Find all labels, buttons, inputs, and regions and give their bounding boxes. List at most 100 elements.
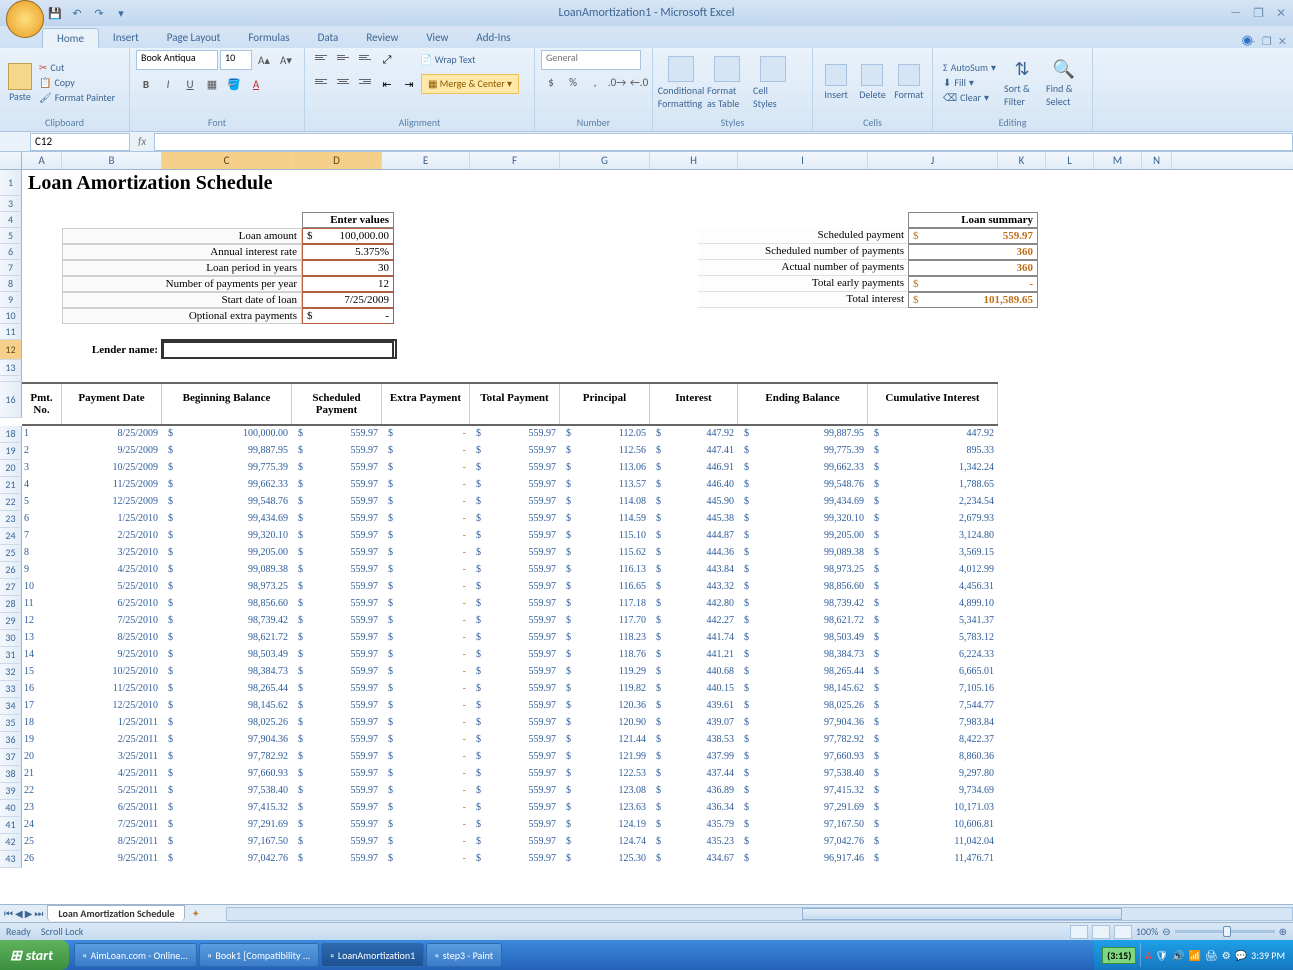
row-header[interactable]: 20 — [0, 460, 22, 477]
table-row[interactable]: 10 5/25/2010 98,973.25 559.97 - 559.97 1… — [22, 579, 998, 594]
bold-button[interactable]: B — [136, 74, 156, 94]
sheet-next-icon[interactable]: ▶ — [25, 907, 33, 920]
italic-button[interactable]: I — [158, 74, 178, 94]
table-row[interactable]: 24 7/25/2011 97,291.69 559.97 - 559.97 1… — [22, 817, 998, 832]
ribbon-tab-data[interactable]: Data — [304, 28, 353, 48]
table-row[interactable]: 20 3/25/2011 97,782.92 559.97 - 559.97 1… — [22, 749, 998, 764]
zoom-level[interactable]: 100% — [1136, 925, 1158, 938]
merge-center-button[interactable]: ▦ Merge & Center ▾ — [421, 74, 519, 94]
find-select-button[interactable]: 🔍Find & Select — [1044, 56, 1084, 110]
wrap-text-button[interactable]: 📄 Wrap Text — [413, 50, 482, 70]
row-header[interactable]: 33 — [0, 681, 22, 698]
fx-icon[interactable]: fx — [130, 135, 154, 148]
font-color-button[interactable]: A — [246, 74, 266, 94]
tray-icon[interactable]: 🔊 — [1172, 949, 1184, 962]
ribbon-tab-review[interactable]: Review — [352, 28, 412, 48]
currency-button[interactable]: $ — [541, 72, 561, 92]
row-header[interactable]: 35 — [0, 715, 22, 732]
grow-font-button[interactable]: A▴ — [254, 50, 274, 70]
fill-color-button[interactable]: 🪣 — [224, 74, 244, 94]
row-header[interactable]: 42 — [0, 834, 22, 851]
conditional-formatting-button[interactable]: Conditional Formatting — [659, 54, 703, 112]
row-header[interactable]: 24 — [0, 528, 22, 545]
row-header[interactable]: 30 — [0, 630, 22, 647]
font-size-select[interactable]: 10 — [220, 50, 252, 70]
column-header[interactable]: D — [292, 152, 382, 169]
taskbar-button[interactable]: ▫AimLoan.com - Online... — [74, 943, 197, 967]
table-row[interactable]: 13 8/25/2010 98,621.72 559.97 - 559.97 1… — [22, 630, 998, 645]
orientation-button[interactable]: ⤢ — [377, 50, 397, 70]
row-header[interactable]: 36 — [0, 732, 22, 749]
page-layout-view-button[interactable] — [1092, 925, 1110, 939]
sheet-prev-icon[interactable]: ◀ — [15, 907, 23, 920]
insert-cells-button[interactable]: Insert — [819, 62, 853, 103]
shrink-font-button[interactable]: A▾ — [276, 50, 296, 70]
row-header[interactable]: 22 — [0, 494, 22, 511]
row-header[interactable]: 27 — [0, 579, 22, 596]
delete-cells-button[interactable]: Delete — [855, 62, 889, 103]
start-button[interactable]: ⊞ start — [0, 940, 69, 970]
column-header[interactable]: M — [1094, 152, 1142, 169]
office-button[interactable] — [6, 0, 44, 38]
sheet-last-icon[interactable]: ⏭ — [34, 907, 43, 920]
minimize-button[interactable]: — — [1227, 6, 1244, 21]
row-header[interactable]: 41 — [0, 817, 22, 834]
column-header[interactable]: J — [868, 152, 998, 169]
ribbon-tab-page-layout[interactable]: Page Layout — [153, 28, 235, 48]
select-all-corner[interactable] — [0, 152, 22, 169]
row-header[interactable]: 38 — [0, 766, 22, 783]
column-header[interactable]: F — [470, 152, 560, 169]
lender-name-input[interactable] — [162, 341, 394, 359]
table-row[interactable]: 22 5/25/2011 97,538.40 559.97 - 559.97 1… — [22, 783, 998, 798]
qat-more-icon[interactable]: ▾ — [112, 4, 130, 22]
row-header[interactable]: 32 — [0, 664, 22, 681]
table-row[interactable]: 11 6/25/2010 98,856.60 559.97 - 559.97 1… — [22, 596, 998, 611]
ribbon-tab-insert[interactable]: Insert — [99, 28, 153, 48]
table-row[interactable]: 14 9/25/2010 98,503.49 559.97 - 559.97 1… — [22, 647, 998, 662]
table-row[interactable]: 5 12/25/2009 99,548.76 559.97 - 559.97 1… — [22, 494, 998, 509]
doc-minimize[interactable]: — — [1246, 35, 1256, 48]
column-header[interactable]: H — [650, 152, 738, 169]
table-row[interactable]: 3 10/25/2009 99,775.39 559.97 - 559.97 1… — [22, 460, 998, 475]
save-icon[interactable]: 💾 — [46, 4, 64, 22]
row-header[interactable]: 1 — [0, 170, 22, 196]
row-header[interactable]: 43 — [0, 851, 22, 868]
paste-button[interactable]: Paste — [6, 63, 34, 103]
align-right-button[interactable] — [355, 74, 375, 94]
autosum-button[interactable]: Σ AutoSum ▾ — [939, 60, 1000, 75]
normal-view-button[interactable] — [1070, 925, 1088, 939]
close-button[interactable]: ✕ — [1273, 6, 1289, 21]
tray-icon[interactable]: 💬 — [1235, 949, 1247, 962]
row-header[interactable]: 3 — [0, 196, 22, 212]
table-row[interactable]: 9 4/25/2010 99,089.38 559.97 - 559.97 11… — [22, 562, 998, 577]
table-row[interactable]: 12 7/25/2010 98,739.42 559.97 - 559.97 1… — [22, 613, 998, 628]
table-row[interactable]: 23 6/25/2011 97,415.32 559.97 - 559.97 1… — [22, 800, 998, 815]
format-painter-button[interactable]: 🖌Format Painter — [36, 90, 118, 105]
row-header[interactable]: 21 — [0, 477, 22, 494]
row-header[interactable]: 34 — [0, 698, 22, 715]
ribbon-tab-home[interactable]: Home — [42, 28, 99, 48]
tray-icon[interactable]: ⚙ — [1222, 949, 1231, 962]
row-header[interactable]: 18 — [0, 426, 22, 443]
increase-decimal-button[interactable]: .0→ — [607, 72, 627, 92]
underline-button[interactable]: U — [180, 74, 200, 94]
row-header[interactable]: 26 — [0, 562, 22, 579]
taskbar-button[interactable]: ▫Book1 [Compatibility ... — [199, 943, 319, 967]
percent-button[interactable]: % — [563, 72, 583, 92]
align-center-button[interactable] — [333, 74, 353, 94]
tray-icon[interactable]: 🖨 — [1205, 949, 1218, 962]
row-header[interactable]: 23 — [0, 511, 22, 528]
table-row[interactable]: 25 8/25/2011 97,167.50 559.97 - 559.97 1… — [22, 834, 998, 849]
worksheet-grid[interactable]: 1 Loan Amortization Schedule 3 Enter val… — [0, 170, 1293, 904]
taskbar-button[interactable]: ▫LoanAmortization1 — [321, 943, 424, 967]
system-tray[interactable]: (3:15) A 🛡 🔊 📶 🖨 ⚙ 💬 3:39 PM — [1094, 940, 1293, 970]
undo-icon[interactable]: ↶ — [68, 4, 86, 22]
fill-button[interactable]: ⬇ Fill ▾ — [939, 75, 1000, 90]
sheet-first-icon[interactable]: ⏮ — [4, 907, 13, 920]
row-header[interactable]: 40 — [0, 800, 22, 817]
column-header[interactable]: E — [382, 152, 470, 169]
cell-styles-button[interactable]: Cell Styles — [751, 54, 795, 112]
column-header[interactable]: N — [1142, 152, 1172, 169]
format-cells-button[interactable]: Format — [892, 62, 926, 103]
doc-restore[interactable]: ❐ — [1262, 35, 1272, 48]
